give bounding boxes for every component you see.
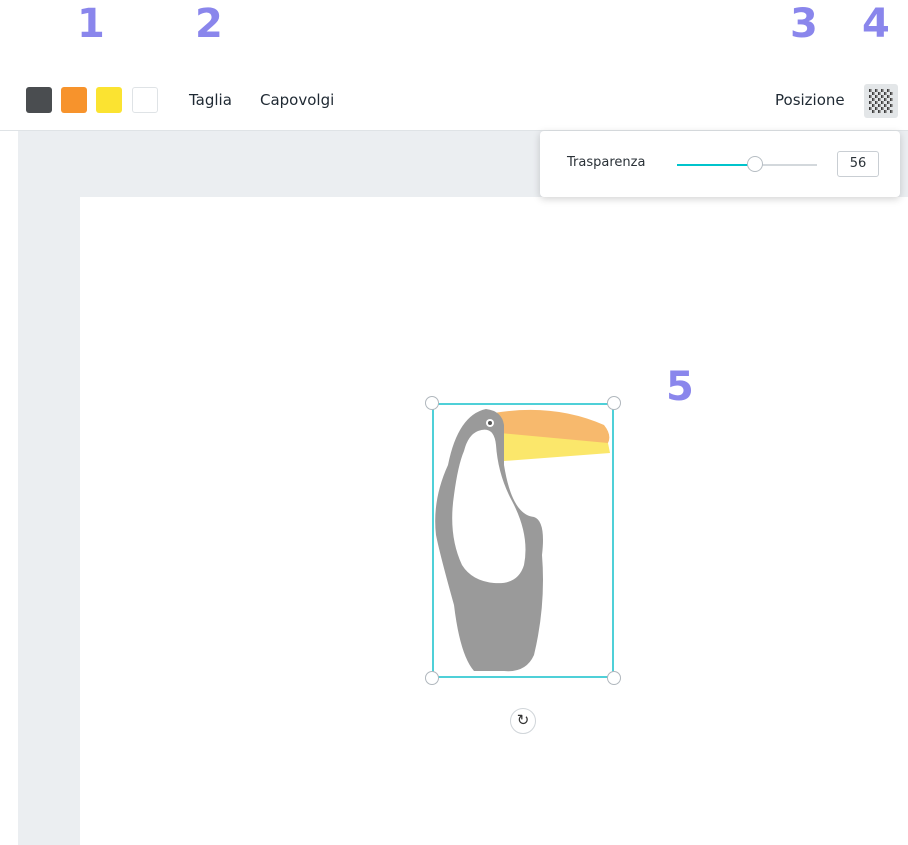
transparency-label: Trasparenza bbox=[567, 155, 646, 170]
checkerboard-icon bbox=[869, 89, 893, 113]
transparency-button[interactable] bbox=[864, 84, 898, 118]
position-button[interactable]: Posizione bbox=[775, 91, 845, 109]
slider-fill bbox=[677, 164, 756, 166]
swatch-dark-gray[interactable] bbox=[26, 87, 52, 113]
callout-5: 5 bbox=[666, 364, 694, 410]
callout-1: 1 bbox=[77, 1, 105, 47]
selection-frame[interactable] bbox=[432, 403, 614, 678]
rotate-icon: ↻ bbox=[516, 712, 530, 729]
resize-handle-top-left[interactable] bbox=[425, 396, 439, 410]
editor-toolbar: Taglia Capovolgi Posizione bbox=[0, 72, 908, 131]
resize-handle-top-right[interactable] bbox=[607, 396, 621, 410]
swatch-orange[interactable] bbox=[61, 87, 87, 113]
swatch-white[interactable] bbox=[132, 87, 158, 113]
transparency-slider[interactable] bbox=[677, 156, 817, 172]
transparency-value-input[interactable]: 56 bbox=[837, 151, 879, 177]
resize-handle-bottom-left[interactable] bbox=[425, 671, 439, 685]
flip-button[interactable]: Capovolgi bbox=[260, 91, 334, 109]
rotate-button[interactable]: ↻ bbox=[510, 708, 536, 734]
callout-4: 4 bbox=[862, 1, 890, 47]
resize-handle-bottom-right[interactable] bbox=[607, 671, 621, 685]
slider-thumb[interactable] bbox=[747, 156, 764, 172]
callout-3: 3 bbox=[790, 1, 818, 47]
swatch-yellow[interactable] bbox=[96, 87, 122, 113]
transparency-popover: Trasparenza 56 bbox=[540, 131, 900, 197]
callout-2: 2 bbox=[195, 1, 223, 47]
crop-button[interactable]: Taglia bbox=[189, 91, 232, 109]
